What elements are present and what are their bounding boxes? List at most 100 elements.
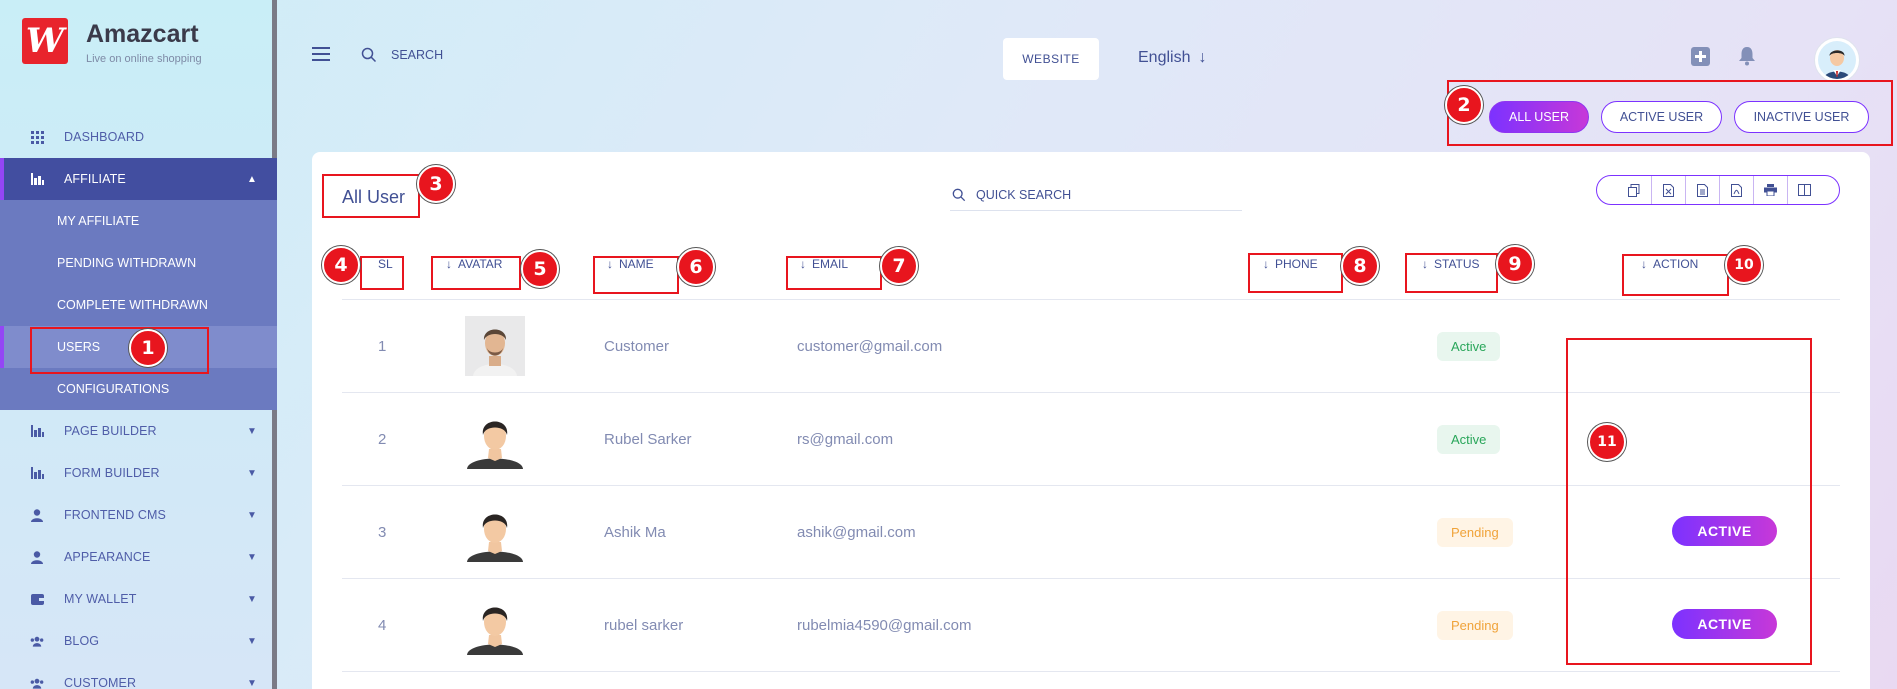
grid-icon — [30, 130, 44, 144]
chevron-up-icon: ▲ — [247, 173, 257, 185]
sidebar-item-label: MY WALLET — [64, 592, 137, 606]
sidebar-nav: DASHBOARD AFFILIATE ▲ MY AFFILIATE PENDI… — [0, 116, 277, 689]
sidebar-item-label: AFFILIATE — [64, 172, 126, 186]
cell-name: rubel sarker — [604, 617, 684, 634]
annotation-box-1 — [30, 327, 209, 374]
submenu-label: MY AFFILIATE — [57, 214, 140, 228]
wallet-icon — [30, 592, 44, 606]
sidebar-item-label: FORM BUILDER — [64, 466, 160, 480]
annotation-marker-5: 5 — [521, 250, 559, 288]
annotation-box-6 — [593, 256, 679, 294]
cell-sl: 2 — [378, 431, 387, 448]
status-badge: Active — [1437, 425, 1501, 454]
sidebar-item-customer[interactable]: CUSTOMER ▼ — [0, 662, 277, 689]
sidebar-item-form-builder[interactable]: FORM BUILDER ▼ — [0, 452, 277, 494]
sidebar-item-dashboard[interactable]: DASHBOARD — [0, 116, 277, 158]
user-icon — [30, 508, 44, 522]
submenu-item-complete-withdrawn[interactable]: COMPLETE WITHDRAWN — [0, 284, 277, 326]
cell-sl: 3 — [378, 524, 387, 541]
excel-icon[interactable] — [1651, 176, 1685, 204]
sidebar-item-label: PAGE BUILDER — [64, 424, 157, 438]
annotation-box-11 — [1566, 338, 1812, 665]
sidebar-item-appearance[interactable]: APPEARANCE ▼ — [0, 536, 277, 578]
annotation-marker-7: 7 — [880, 247, 918, 285]
pdf-icon[interactable] — [1719, 176, 1753, 204]
bar-chart-icon — [30, 172, 44, 186]
annotation-marker-11: 11 — [1588, 423, 1626, 461]
sidebar-item-label: CUSTOMER — [64, 676, 137, 689]
user-avatar-photo — [465, 316, 525, 376]
cell-sl: 1 — [378, 338, 387, 355]
annotation-box-5 — [431, 256, 521, 290]
annotation-box-4 — [360, 256, 404, 290]
submenu-item-pending-withdrawn[interactable]: PENDING WITHDRAWN — [0, 242, 277, 284]
annotation-marker-4: 4 — [322, 246, 360, 284]
brand-logo[interactable]: W Amazcart Live on online shopping — [22, 18, 202, 65]
cell-status: Pending — [1437, 579, 1513, 672]
sidebar-item-label: BLOG — [64, 634, 100, 648]
brand-name: Amazcart — [86, 20, 199, 48]
user-avatar-default — [465, 502, 525, 562]
profile-avatar[interactable] — [1815, 38, 1859, 82]
search-icon — [952, 188, 966, 201]
header-search[interactable]: SEARCH — [361, 47, 443, 63]
quick-search-input[interactable]: QUICK SEARCH — [950, 179, 1242, 211]
bar-chart-icon — [30, 424, 44, 438]
csv-icon[interactable] — [1685, 176, 1719, 204]
cell-email: customer@gmail.com — [797, 338, 943, 355]
cell-status: Active — [1437, 300, 1501, 393]
users-icon — [30, 676, 44, 689]
bell-icon[interactable] — [1737, 46, 1757, 66]
chevron-down-icon: ▼ — [247, 425, 257, 437]
affiliate-submenu: MY AFFILIATE PENDING WITHDRAWN COMPLETE … — [0, 200, 277, 410]
copy-icon[interactable] — [1617, 176, 1651, 204]
annotation-box-10 — [1622, 254, 1729, 296]
annotation-box-3 — [322, 174, 420, 218]
annotation-marker-8: 8 — [1341, 247, 1379, 285]
arrow-down-icon: ↓ — [1198, 49, 1207, 66]
cell-status: Pending — [1437, 486, 1513, 579]
print-icon[interactable] — [1753, 176, 1787, 204]
chevron-down-icon: ▼ — [247, 593, 257, 605]
export-toolbar — [1596, 175, 1840, 205]
annotation-marker-3: 3 — [417, 165, 455, 203]
cell-email: rs@gmail.com — [797, 431, 894, 448]
add-icon[interactable] — [1690, 46, 1710, 66]
chevron-down-icon: ▼ — [247, 509, 257, 521]
status-badge: Pending — [1437, 518, 1513, 547]
submenu-label: COMPLETE WITHDRAWN — [57, 298, 208, 312]
sidebar-item-my-wallet[interactable]: MY WALLET ▼ — [0, 578, 277, 620]
sidebar-item-label: DASHBOARD — [64, 130, 145, 144]
submenu-label: PENDING WITHDRAWN — [57, 256, 197, 270]
logo-mark-icon: W — [22, 18, 68, 64]
sidebar-item-affiliate[interactable]: AFFILIATE ▲ — [0, 158, 277, 200]
quick-search-placeholder: QUICK SEARCH — [976, 187, 1072, 202]
sidebar-item-page-builder[interactable]: PAGE BUILDER ▼ — [0, 410, 277, 452]
language-selector[interactable]: English ↓ — [1138, 49, 1206, 67]
sidebar-item-label: APPEARANCE — [64, 550, 151, 564]
annotation-box-2 — [1447, 80, 1893, 146]
search-icon — [361, 47, 377, 63]
annotation-marker-6: 6 — [677, 248, 715, 286]
user-avatar-default — [465, 409, 525, 469]
chevron-down-icon: ▼ — [247, 635, 257, 647]
annotation-marker-2: 2 — [1445, 86, 1483, 124]
cell-name: Customer — [604, 338, 670, 355]
annotation-marker-10: 10 — [1725, 246, 1763, 284]
sidebar-item-frontend-cms[interactable]: FRONTEND CMS ▼ — [0, 494, 277, 536]
users-icon — [30, 634, 44, 648]
submenu-item-configurations[interactable]: CONFIGURATIONS — [0, 368, 277, 410]
status-badge: Active — [1437, 332, 1501, 361]
sidebar-item-label: FRONTEND CMS — [64, 508, 166, 522]
cell-sl: 4 — [378, 617, 387, 634]
menu-toggle-icon[interactable] — [312, 47, 330, 61]
columns-icon[interactable] — [1787, 176, 1821, 204]
chevron-down-icon: ▼ — [247, 467, 257, 479]
annotation-box-9 — [1405, 253, 1498, 293]
annotation-marker-9: 9 — [1496, 245, 1534, 283]
submenu-item-my-affiliate[interactable]: MY AFFILIATE — [0, 200, 277, 242]
cell-status: Active — [1437, 393, 1501, 486]
sidebar-item-blog[interactable]: BLOG ▼ — [0, 620, 277, 662]
website-button[interactable]: WEBSITE — [1003, 38, 1099, 80]
cell-email: rubelmia4590@gmail.com — [797, 617, 972, 634]
